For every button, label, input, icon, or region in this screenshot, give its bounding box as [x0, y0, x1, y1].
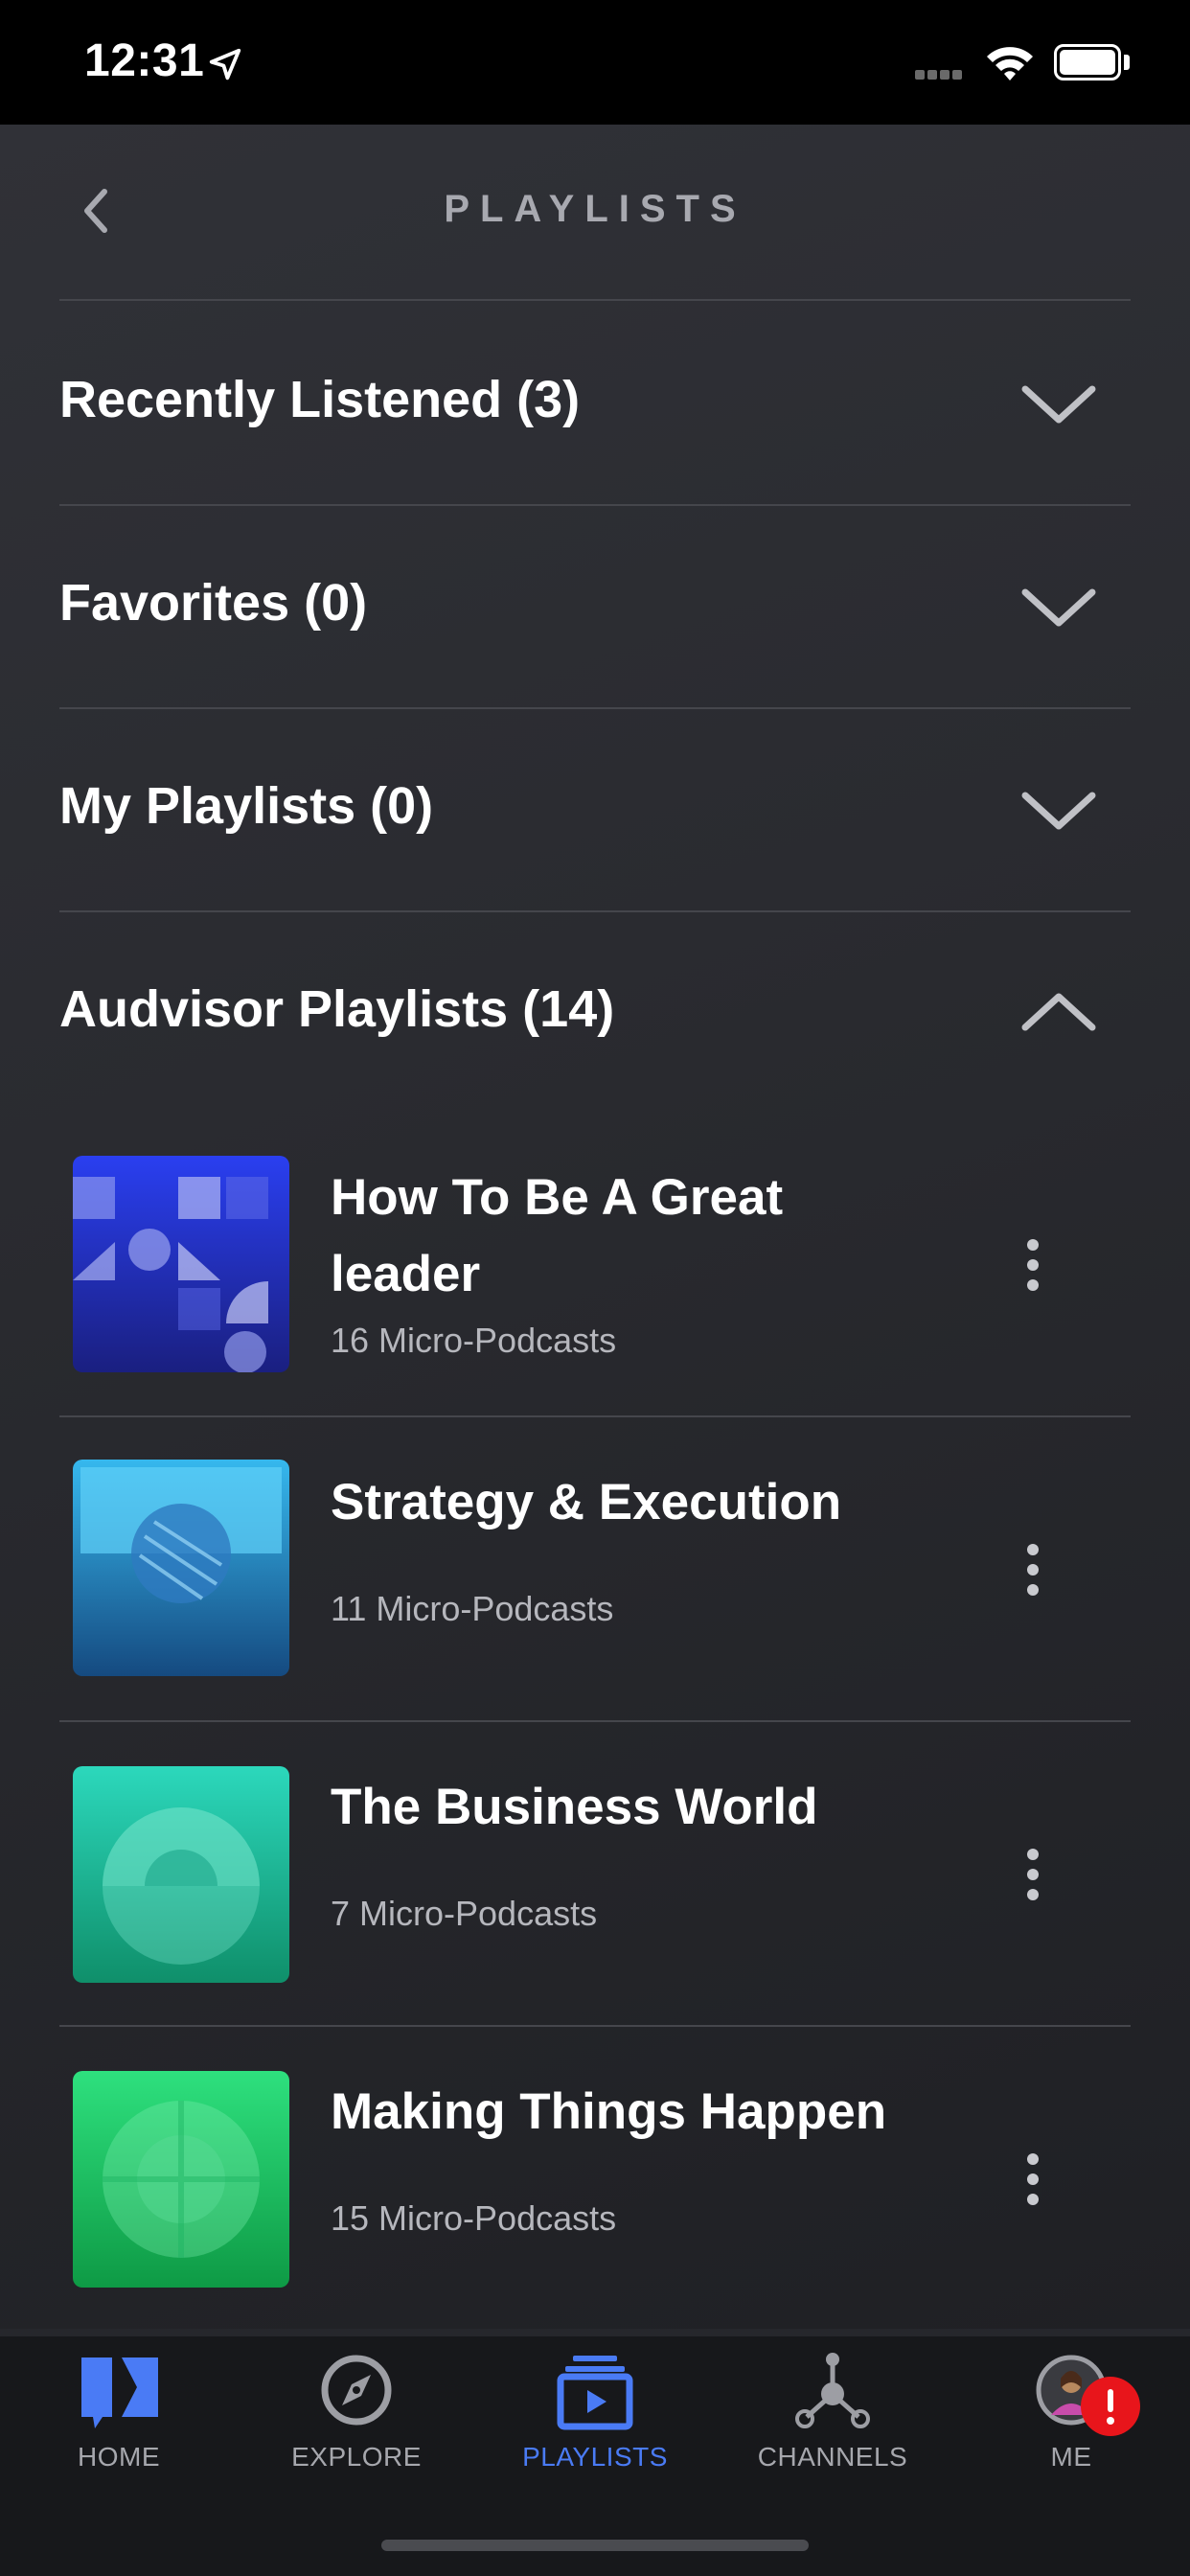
- battery-cap: [1124, 55, 1130, 70]
- cellular-signal-icon: [915, 67, 965, 84]
- playlist-title: Strategy & Execution: [331, 1474, 842, 1530]
- playlist-thumbnail: [73, 1766, 289, 1983]
- home-indicator: [381, 2540, 809, 2551]
- section-label: Favorites (0): [59, 574, 368, 632]
- playlist-title-line: leader: [331, 1246, 481, 1302]
- section-favorites[interactable]: Favorites (0): [59, 506, 1131, 709]
- chevron-down-icon: [1021, 588, 1096, 627]
- playlist-subtitle: 7 Micro-Podcasts: [331, 1894, 598, 1933]
- playlist-thumbnail: [73, 1460, 289, 1676]
- section-label: My Playlists (0): [59, 777, 434, 835]
- playlist-row-strategy-execution[interactable]: Strategy & Execution 11 Micro-Podcasts: [59, 1416, 1131, 1719]
- section-my-playlists[interactable]: My Playlists (0): [59, 709, 1131, 912]
- playlist-subtitle: 11 Micro-Podcasts: [331, 1589, 614, 1628]
- more-options-button[interactable]: [1016, 1531, 1050, 1608]
- tab-channels[interactable]: CHANNELS: [718, 2350, 948, 2494]
- playlist-row-business-world[interactable]: The Business World 7 Micro-Podcasts: [59, 1721, 1131, 2024]
- playlists-icon: [557, 2356, 633, 2430]
- wifi-icon: [987, 47, 1033, 80]
- playlist-subtitle: 16 Micro-Podcasts: [331, 1321, 617, 1360]
- tab-label: CHANNELS: [757, 2442, 908, 2472]
- chevron-up-icon: [1021, 993, 1096, 1031]
- more-options-button[interactable]: [1016, 2141, 1050, 2218]
- chevron-down-icon: [1021, 792, 1096, 830]
- tab-me[interactable]: ME: [956, 2350, 1186, 2494]
- channels-icon: [795, 2353, 870, 2428]
- tab-explore[interactable]: EXPLORE: [241, 2350, 471, 2494]
- playlist-thumbnail: [73, 1156, 289, 1372]
- tab-label: HOME: [78, 2442, 160, 2472]
- status-bar: 12:31: [0, 0, 1190, 125]
- section-label: Audvisor Playlists (14): [59, 980, 615, 1038]
- tab-label: PLAYLISTS: [522, 2442, 668, 2472]
- battery-icon: [1054, 44, 1121, 80]
- section-label: Recently Listened (3): [59, 371, 581, 428]
- playlist-title-line: How To Be A Great: [331, 1169, 784, 1226]
- page-title: PLAYLISTS: [444, 188, 746, 230]
- section-audvisor-playlists[interactable]: Audvisor Playlists (14): [59, 912, 1131, 1116]
- chevron-down-icon: [1021, 385, 1096, 424]
- playlist-thumbnail: [73, 2071, 289, 2288]
- tab-label: ME: [1050, 2442, 1092, 2472]
- playlist-title: How To Be A Great leader: [331, 1160, 944, 1313]
- section-recently-listened[interactable]: Recently Listened (3): [59, 301, 1131, 504]
- tab-home[interactable]: HOME: [4, 2350, 234, 2494]
- location-arrow-icon: [209, 48, 241, 80]
- notification-badge: [1081, 2377, 1140, 2436]
- playlist-title: The Business World: [331, 1779, 818, 1835]
- playlist-row-great-leader[interactable]: How To Be A Great leader 16 Micro-Podcas…: [59, 1112, 1131, 1414]
- tab-label: EXPLORE: [291, 2442, 422, 2472]
- home-icon: [81, 2358, 158, 2428]
- playlist-subtitle: 15 Micro-Podcasts: [331, 2198, 617, 2238]
- more-options-button[interactable]: [1016, 1227, 1050, 1303]
- tab-playlists[interactable]: PLAYLISTS: [480, 2350, 710, 2494]
- status-time: 12:31: [84, 35, 205, 86]
- playlist-row-making-things-happen[interactable]: Making Things Happen 15 Micro-Podcasts: [59, 2026, 1131, 2329]
- more-options-button[interactable]: [1016, 1836, 1050, 1913]
- playlist-title: Making Things Happen: [331, 2083, 887, 2140]
- compass-icon: [321, 2355, 392, 2426]
